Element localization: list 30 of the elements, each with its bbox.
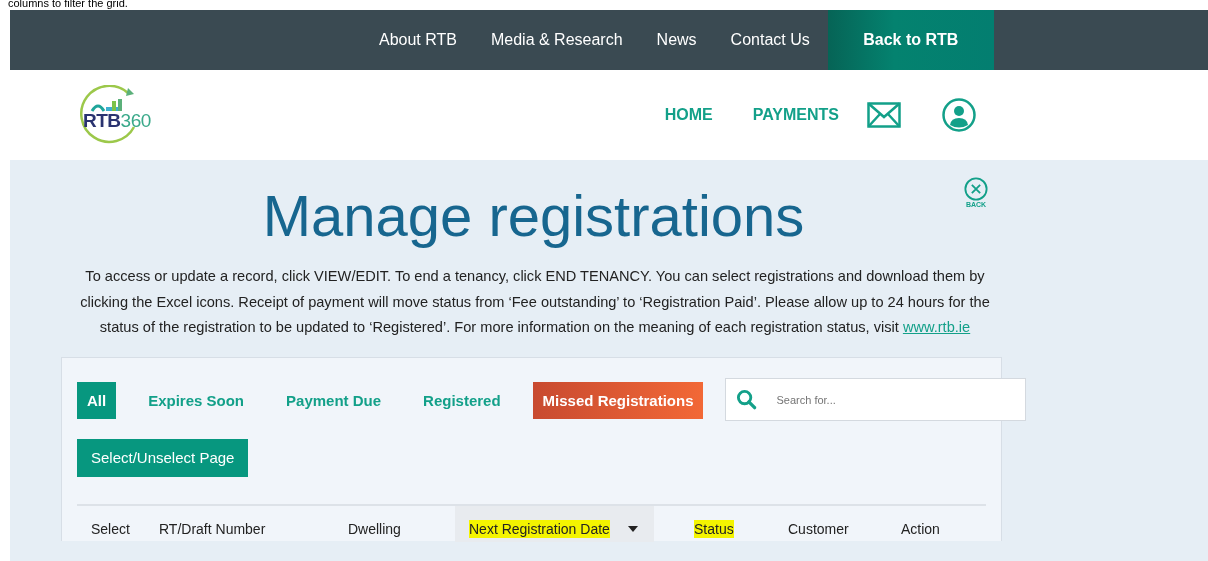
column-header[interactable]: Customer xyxy=(748,505,861,542)
document-text: columns to filter the grid. xyxy=(8,0,128,9)
highlight-mark: Status xyxy=(694,519,734,538)
select-page-button[interactable]: Select/Unselect Page xyxy=(77,438,249,477)
column-header[interactable]: Next Registration Date xyxy=(455,505,654,542)
search-field[interactable]: Search for... xyxy=(725,378,1027,421)
column-header[interactable]: Dwelling xyxy=(334,505,455,542)
highlight-mark: Dwelling xyxy=(348,519,401,538)
column-header[interactable]: Status xyxy=(654,505,748,542)
column-header[interactable]: RT/Draft Number xyxy=(145,505,334,542)
highlight-mark: Next Registration Date xyxy=(469,519,610,538)
intro-paragraph: To access or update a record, click VIEW/EDIT. To end a tenancy, click END TENANCY. You can select registrations and download them by clicking the Excel icons. Receipt of payment will move status from ‘Fee outstanding’ to ‘Registration Paid’. Please allow up to 24 hours for the status of the registration to be updated to ‘Registered’. For more information on the meaning of each registration status, visit www.rtb.ie xyxy=(79,267,991,337)
highlight-mark: RT/Draft Number xyxy=(159,519,266,538)
user-icon[interactable] xyxy=(942,98,976,132)
column-header[interactable]: Action xyxy=(861,505,981,542)
filter-tab[interactable]: All xyxy=(77,382,117,419)
highlight-mark: Action xyxy=(901,519,940,538)
highlight-mark: Select xyxy=(91,519,130,538)
column-header[interactable]: Select xyxy=(77,505,145,542)
back-to-site-button[interactable]: Back to RTB xyxy=(827,10,994,70)
logo[interactable]: RTB360 xyxy=(76,85,156,145)
highlight-mark: Customer xyxy=(788,519,849,538)
filter-tab[interactable]: Missed Registrations xyxy=(532,382,704,419)
nav-link[interactable]: Contact Us xyxy=(713,31,827,49)
caret-icon xyxy=(628,525,638,532)
nav-link[interactable]: About RTB xyxy=(362,31,474,49)
page-title: Manage registrations xyxy=(262,182,805,250)
mail-icon[interactable] xyxy=(867,102,901,128)
nav-link[interactable]: News xyxy=(639,31,714,49)
nav-link[interactable]: Media & Research xyxy=(473,31,640,49)
